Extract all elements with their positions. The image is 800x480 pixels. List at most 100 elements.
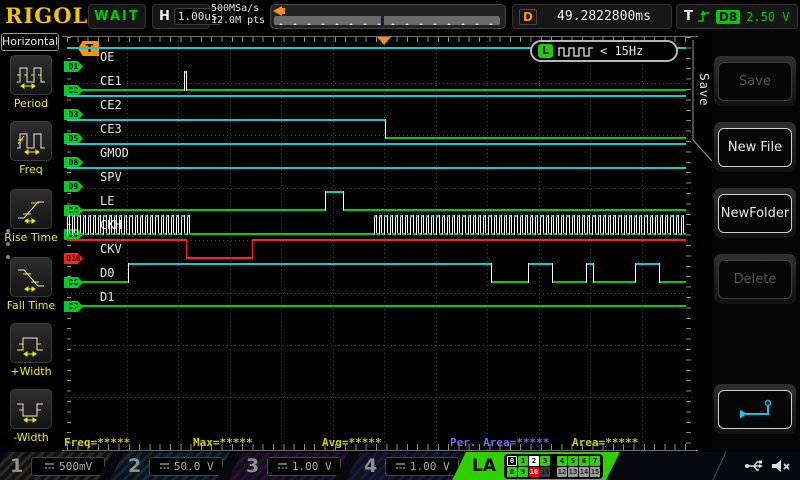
clock-pulse-bottom [475, 233, 478, 235]
t-label: T [684, 9, 693, 24]
waveform-segment [491, 281, 528, 283]
menu-item-rise-time[interactable]: Rise Time [0, 189, 62, 244]
save-tab-outline [692, 40, 714, 162]
la-digit-12: 12 [557, 467, 567, 477]
save-button-frame: Save [714, 56, 796, 106]
logic-analyzer-block[interactable]: LA 0123456789101112131415 [452, 452, 620, 480]
waveform-edge [145, 215, 146, 235]
waveform-edge [574, 215, 575, 235]
clock-pulse-top [514, 215, 516, 217]
waveform-edge [67, 215, 68, 235]
clock-pulse-top [572, 215, 574, 217]
menu-item-label: Freq [0, 163, 62, 176]
waveform-overview-bar[interactable] [270, 4, 506, 29]
clock-pulse-bottom [511, 233, 514, 235]
measurement-max: Max=***** [193, 436, 253, 449]
waveform-edge [128, 263, 129, 283]
clock-pulse-bottom [106, 233, 109, 235]
channel-badge-D3[interactable]: D3 [64, 109, 83, 120]
channel-badge-D2[interactable]: D2 [64, 85, 83, 96]
channel-badge-D7[interactable]: D7 [64, 301, 83, 312]
waveform-segment [635, 263, 659, 265]
waveform-edge [381, 215, 382, 235]
waveform-edge [103, 215, 104, 235]
waveform-edge [626, 215, 627, 235]
waveform-edge [673, 215, 674, 235]
clock-pulse-bottom [449, 233, 452, 235]
waveform-edge [416, 215, 417, 235]
clock-pulse-top [603, 215, 605, 217]
menu-item-freq[interactable]: Freq [0, 121, 62, 176]
waveform-edge [660, 215, 661, 235]
clock-pulse-bottom [647, 233, 650, 235]
waveform-edge [483, 215, 484, 235]
waveform-edge [100, 215, 101, 235]
waveform-edge [517, 215, 518, 235]
waveform-edge [665, 215, 666, 235]
waveform-edge [563, 215, 564, 235]
channel-3-block[interactable]: 31.00 V [228, 452, 348, 480]
waveform-edge [114, 215, 115, 235]
clock-pulse-top [124, 215, 126, 217]
channel-badge-D10[interactable]: D10 [64, 253, 83, 264]
channel-2-block[interactable]: 250.0 V [110, 452, 230, 480]
delay-value: 49.2822800ms [537, 9, 671, 24]
channel-badge-D0[interactable]: D0 [64, 229, 83, 240]
waveform-edge [405, 215, 406, 235]
channel-4-block[interactable]: 41.00 V [346, 452, 466, 480]
channel-badge-D1[interactable]: D1 [64, 61, 83, 72]
clock-pulse-top [551, 215, 553, 217]
la-digit-3: 3 [540, 456, 550, 466]
channel-label-D0: D0 [100, 266, 114, 280]
waveform-edge [586, 263, 587, 283]
menu-item-fall-time[interactable]: Fall Time [0, 257, 62, 312]
clock-pulse-top [384, 215, 386, 217]
return-button[interactable] [718, 390, 792, 429]
waveform-segment [659, 281, 686, 283]
waveform-edge [561, 215, 562, 235]
run-status: WAIT [88, 4, 146, 29]
channel-badge-D4[interactable]: D4 [64, 205, 83, 216]
menu-item--width[interactable]: +Width [0, 323, 62, 378]
clock-pulse-bottom [563, 233, 566, 235]
waveform-edge [384, 215, 385, 235]
clock-pulse-bottom [678, 233, 681, 235]
channel-badge-D6[interactable]: D6 [64, 277, 83, 288]
clock-pulse-bottom [657, 233, 660, 235]
waveform-segment [186, 257, 252, 259]
clock-pulse-bottom [683, 233, 686, 235]
clock-pulse-bottom [142, 233, 145, 235]
channel-label-CE3: CE3 [100, 122, 122, 136]
waveform-edge [543, 215, 544, 235]
menu-item--width[interactable]: -Width [0, 389, 62, 444]
waveform-edge [528, 263, 529, 283]
waveform-edge [163, 215, 164, 235]
new-file-button[interactable]: New File [718, 128, 792, 167]
waveform-edge [480, 215, 481, 235]
waveform-edge [106, 215, 107, 235]
channel-badge-D5[interactable]: D5 [64, 133, 83, 144]
waveform-edge [593, 263, 594, 283]
channel-label-CKH: CKH [100, 218, 122, 232]
waveform-segment [67, 305, 686, 307]
channel-1-block[interactable]: 1500mV [0, 452, 112, 480]
waveform-edge [176, 215, 177, 235]
channel-badge-D9[interactable]: D9 [64, 181, 83, 192]
measurement-avg: Avg=***** [322, 436, 382, 449]
waveform-edge [93, 215, 94, 235]
channel-badge-D8[interactable]: D8 [64, 157, 83, 168]
horizontal-timebase[interactable]: H 1.00us [152, 4, 210, 29]
trigger-readout[interactable]: T D8 2.50 V [676, 4, 798, 29]
la-digit-15: 15 [590, 467, 600, 477]
clock-pulse-top [681, 215, 683, 217]
clock-pulse-bottom [595, 233, 598, 235]
waveform-edge [95, 215, 96, 235]
waveform-edge [166, 215, 167, 235]
newfolder-button[interactable]: NewFolder [718, 194, 792, 233]
waveform-edge [618, 215, 619, 235]
clock-pulse-bottom [407, 233, 410, 235]
delay-readout[interactable]: D 49.2822800ms [512, 4, 672, 29]
menu-item-period[interactable]: Period [0, 55, 62, 110]
waveform-segment [385, 137, 686, 139]
clock-pulse-bottom [589, 233, 592, 235]
